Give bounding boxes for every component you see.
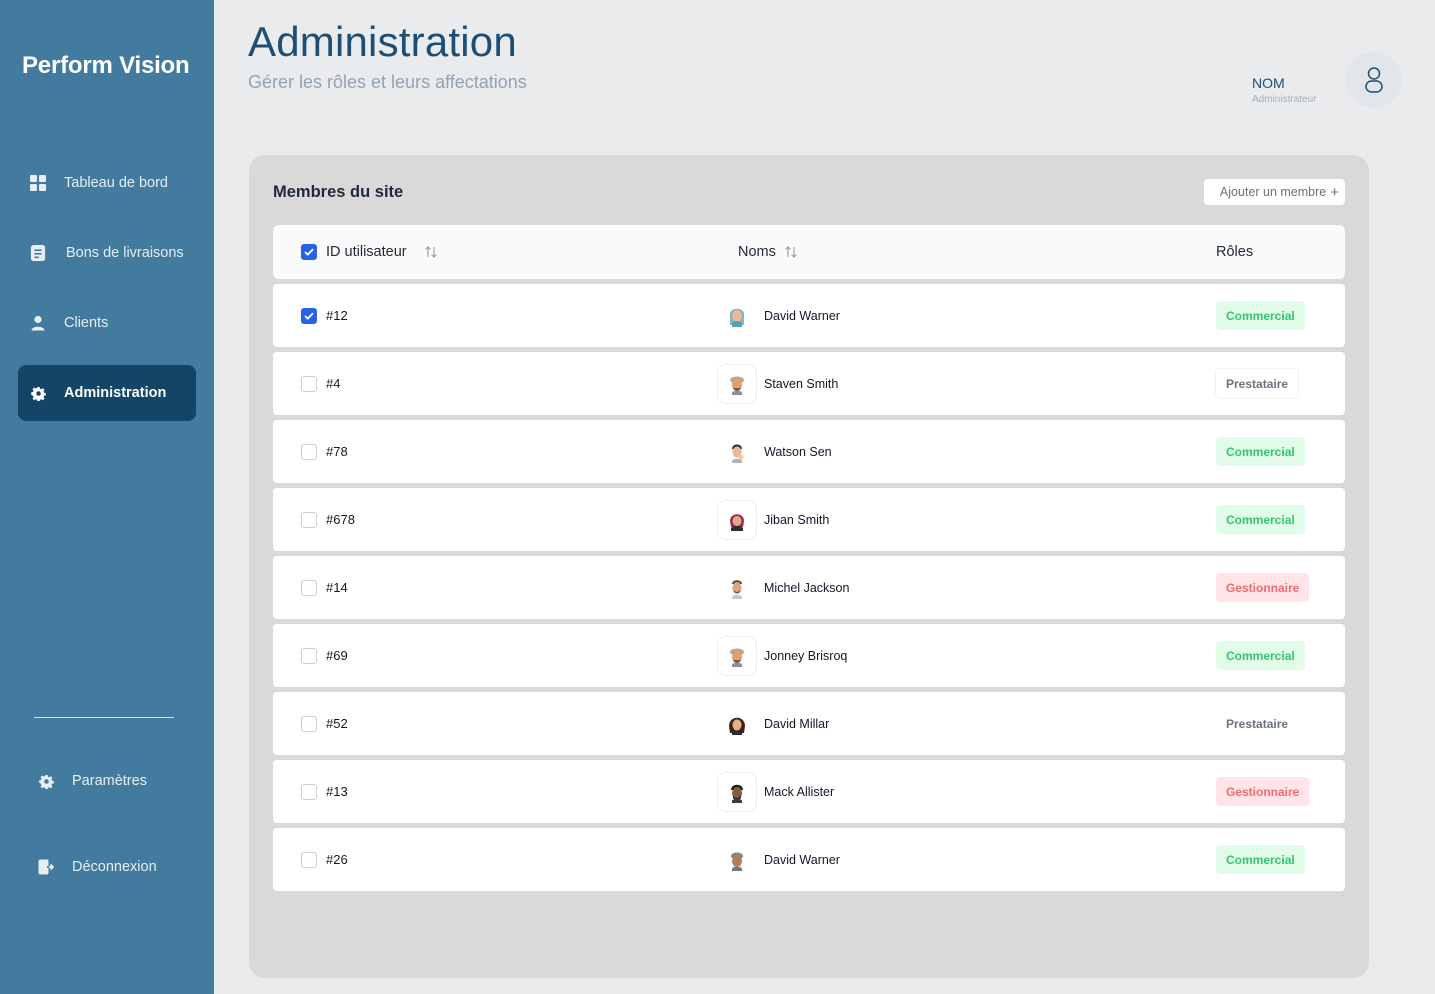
- sidebar-item-deconnexion[interactable]: Déconnexion: [18, 839, 196, 895]
- avatar-icon: [718, 569, 756, 607]
- user-icon: [30, 315, 46, 331]
- user-id: #52: [326, 716, 348, 731]
- avatar-icon: [718, 772, 756, 811]
- document-icon: [30, 245, 46, 261]
- role-badge[interactable]: Prestataire: [1216, 709, 1298, 738]
- user-outline-icon: [1365, 67, 1383, 93]
- role-badge[interactable]: Commercial: [1216, 505, 1305, 534]
- sort-icon[interactable]: [784, 245, 798, 259]
- table-row[interactable]: #69 Jonney Brisroq Commercial: [273, 624, 1345, 687]
- sidebar-item-administration[interactable]: Administration: [18, 365, 196, 421]
- logout-icon: [38, 859, 54, 875]
- table-row[interactable]: #678 Jiban Smith Commercial: [273, 488, 1345, 551]
- column-header-id: ID utilisateur: [326, 244, 407, 260]
- avatar-icon: [718, 841, 756, 879]
- sort-icon[interactable]: [424, 245, 438, 259]
- user-name-cell: Jiban Smith: [764, 512, 830, 527]
- row-checkbox[interactable]: [301, 715, 317, 732]
- user-avatar[interactable]: [1346, 52, 1402, 108]
- row-checkbox[interactable]: [301, 307, 317, 324]
- brand-logo: Perform Vision: [22, 52, 190, 79]
- avatar-icon: [718, 297, 756, 335]
- user-id: #69: [326, 648, 348, 663]
- row-checkbox[interactable]: [301, 579, 317, 596]
- column-header-role: Rôles: [1216, 244, 1254, 260]
- table-row[interactable]: #78 Watson Sen Commercial: [273, 420, 1345, 483]
- user-name-cell: David Warner: [764, 308, 840, 323]
- row-checkbox[interactable]: [301, 375, 317, 392]
- user-id: #12: [326, 308, 348, 323]
- sidebar-item-label: Paramètres: [72, 773, 147, 789]
- sidebar-item-bons-de-livraisons[interactable]: Bons de livraisons: [18, 225, 196, 281]
- user-name-cell: Mack Allister: [764, 784, 835, 799]
- user-id: #678: [326, 512, 355, 527]
- user-name-cell: Watson Sen: [764, 444, 832, 459]
- row-checkbox[interactable]: [301, 851, 317, 868]
- page-title: Administration: [248, 18, 517, 65]
- role-badge[interactable]: Gestionnaire: [1216, 573, 1310, 602]
- role-badge[interactable]: Commercial: [1216, 845, 1305, 874]
- table-row[interactable]: #26 David Warner Commercial: [273, 828, 1345, 891]
- table-row[interactable]: #12 David Warner Commercial: [273, 284, 1345, 347]
- avatar-icon: [718, 364, 756, 403]
- sidebar-item-label: Déconnexion: [72, 859, 157, 875]
- role-badge[interactable]: Commercial: [1216, 301, 1305, 330]
- row-checkbox[interactable]: [301, 443, 317, 460]
- plus-icon: +: [1330, 183, 1339, 201]
- user-role: Administrateur: [1252, 94, 1317, 105]
- sidebar-item-clients[interactable]: Clients: [18, 295, 196, 351]
- table-row[interactable]: #4 Staven Smith Prestataire: [273, 352, 1345, 415]
- avatar-icon: [718, 705, 756, 743]
- members-panel: Membres du site Ajouter un membre + ID u…: [249, 155, 1369, 978]
- sidebar-item-parametres[interactable]: Paramètres: [18, 753, 196, 809]
- add-member-button[interactable]: Ajouter un membre +: [1203, 179, 1345, 205]
- table-row[interactable]: #14 Michel Jackson Gestionnaire: [273, 556, 1345, 619]
- user-id: #78: [326, 444, 348, 459]
- user-id: #13: [326, 784, 348, 799]
- sidebar-item-label: Tableau de bord: [64, 175, 168, 191]
- column-header-name: Noms: [738, 244, 776, 260]
- table-header: ID utilisateur Noms Rôles: [273, 225, 1345, 279]
- sidebar-item-label: Administration: [64, 385, 167, 401]
- sidebar-item-label: Bons de livraisons: [66, 245, 184, 261]
- user-name-cell: Jonney Brisroq: [764, 648, 848, 663]
- avatar-icon: [718, 500, 756, 539]
- panel-title: Membres du site: [273, 183, 404, 201]
- user-name-cell: Michel Jackson: [764, 580, 850, 595]
- sidebar-divider: [34, 717, 174, 718]
- role-badge[interactable]: Commercial: [1216, 641, 1305, 670]
- user-name-cell: David Millar: [764, 716, 830, 731]
- sidebar: Perform Vision Tableau de bord Bons de l…: [0, 0, 214, 994]
- user-name: NOM: [1252, 75, 1285, 91]
- row-checkbox[interactable]: [301, 783, 317, 800]
- table-row[interactable]: #52 David Millar Prestataire: [273, 692, 1345, 755]
- row-checkbox[interactable]: [301, 511, 317, 528]
- gear-icon: [38, 773, 54, 789]
- row-checkbox[interactable]: [301, 647, 317, 664]
- user-id: #4: [326, 376, 341, 391]
- role-badge[interactable]: Prestataire: [1216, 369, 1299, 398]
- user-name-cell: Staven Smith: [764, 376, 839, 391]
- user-name-cell: David Warner: [764, 852, 840, 867]
- role-badge[interactable]: Gestionnaire: [1216, 777, 1310, 806]
- page-subtitle: Gérer les rôles et leurs affectations: [248, 72, 527, 92]
- user-id: #26: [326, 852, 348, 867]
- sidebar-item-tableau-de-bord[interactable]: Tableau de bord: [18, 155, 196, 211]
- sidebar-item-label: Clients: [64, 315, 109, 331]
- avatar-icon: [718, 636, 756, 675]
- avatar-icon: [718, 433, 756, 471]
- add-member-label: Ajouter un membre: [1219, 185, 1327, 199]
- table-row[interactable]: #13 Mack Allister Gestionnaire: [273, 760, 1345, 823]
- dashboard-icon: [30, 175, 46, 191]
- role-badge[interactable]: Commercial: [1216, 437, 1305, 466]
- user-id: #14: [326, 580, 348, 595]
- select-all-checkbox[interactable]: [301, 244, 317, 260]
- gear-icon: [30, 385, 46, 401]
